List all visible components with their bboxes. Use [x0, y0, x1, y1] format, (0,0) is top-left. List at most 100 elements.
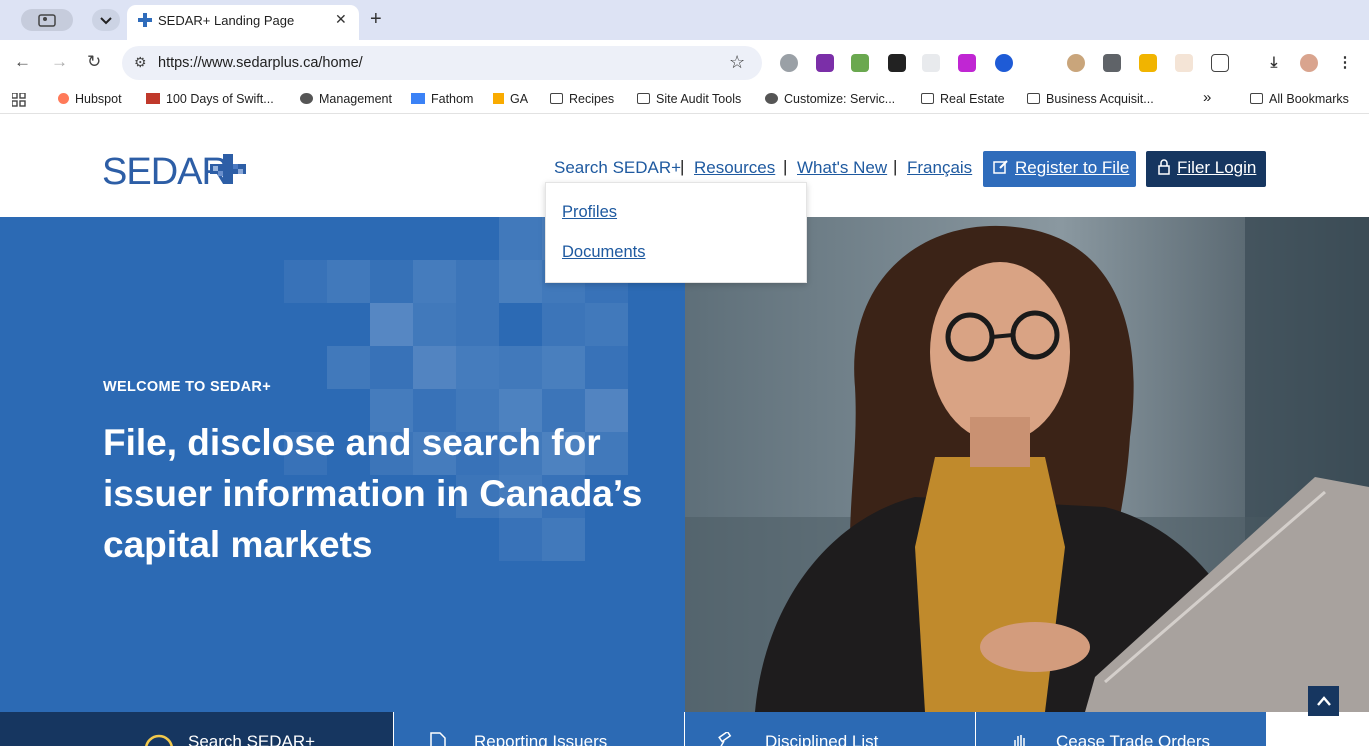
- bookmark-recipes[interactable]: Recipes: [550, 92, 614, 106]
- hero-headline: File, disclose and search for issuer inf…: [103, 422, 643, 565]
- analytics-icon: [493, 93, 504, 104]
- address-bar[interactable]: ⚙ https://www.sedarplus.ca/home/ ☆: [122, 46, 762, 80]
- folder-icon: [1250, 93, 1263, 104]
- nav-separator: |: [680, 157, 685, 176]
- site-settings-icon[interactable]: ⚙: [134, 54, 147, 71]
- bookmarks-overflow-button[interactable]: »: [1203, 89, 1211, 106]
- hero-pixel-tile: [370, 303, 413, 346]
- sedar-favicon-icon: [138, 13, 152, 27]
- bookmark-100-days-swift[interactable]: 100 Days of Swift...: [146, 92, 274, 106]
- search-icon: [145, 734, 173, 746]
- hand-stop-icon: [1014, 735, 1025, 746]
- hero-panel: WELCOME TO SEDAR+ File, disclose and sea…: [0, 217, 685, 712]
- lock-icon: [1158, 159, 1170, 175]
- hero-pixel-tile: [370, 346, 413, 389]
- download-icon[interactable]: ⤓: [1265, 54, 1283, 72]
- browser-toolbar: ← → ↻ ⚙ https://www.sedarplus.ca/home/ ☆…: [0, 40, 1369, 86]
- nav-francais[interactable]: Français: [907, 158, 972, 178]
- bookmark-hubspot[interactable]: Hubspot: [58, 92, 122, 106]
- forward-arrow-icon[interactable]: →: [51, 52, 68, 72]
- hero-pixel-tile: [284, 260, 327, 303]
- hero-pixel-tile: [327, 260, 370, 303]
- bookmark-real-estate[interactable]: Real Estate: [921, 92, 1005, 106]
- tab-title: SEDAR+ Landing Page: [158, 13, 295, 28]
- user-avatar[interactable]: [1300, 54, 1318, 72]
- filer-login-button[interactable]: Filer Login: [1146, 151, 1266, 187]
- extension-p-icon[interactable]: [816, 54, 834, 72]
- quick-link-reporting-issuers[interactable]: Reporting Issuers: [394, 712, 684, 746]
- browser-menu-icon[interactable]: ⋮: [1336, 54, 1354, 72]
- edit-icon: [993, 160, 1008, 174]
- extension-face-icon[interactable]: [1067, 54, 1085, 72]
- nav-resources[interactable]: Resources: [694, 158, 775, 178]
- folder-icon: [637, 93, 650, 104]
- close-tab-icon[interactable]: ✕: [335, 11, 347, 28]
- profile-switcher-button[interactable]: [21, 9, 73, 31]
- hero-pixel-tile: [585, 303, 628, 346]
- swift-icon: [146, 93, 160, 104]
- hero-pixel-tile: [413, 260, 456, 303]
- extension-a-icon[interactable]: [780, 54, 798, 72]
- chevron-down-icon: [100, 17, 112, 25]
- hero-kicker: WELCOME TO SEDAR+: [103, 379, 271, 395]
- extensions-puzzle-icon[interactable]: [1211, 54, 1229, 72]
- nav-separator: |: [893, 157, 898, 176]
- gavel-icon: [718, 732, 732, 746]
- browser-tabstrip: SEDAR+ Landing Page ✕ +: [0, 0, 1369, 40]
- browser-tab-active[interactable]: SEDAR+ Landing Page ✕: [127, 5, 359, 40]
- nav-separator: |: [783, 157, 788, 176]
- fathom-icon: [411, 93, 425, 104]
- bookmark-customize-services[interactable]: Customize: Servic...: [765, 92, 895, 106]
- bookmark-ga[interactable]: GA: [493, 92, 528, 106]
- hero-pixel-tile: [499, 217, 542, 260]
- folder-icon: [550, 93, 563, 104]
- quick-link-disciplined-list[interactable]: Disciplined List: [685, 712, 975, 746]
- globe-icon: [765, 93, 778, 104]
- globe-icon: [300, 93, 313, 104]
- sedar-logo-plus-icon: [210, 154, 246, 184]
- extension-plant-icon[interactable]: [851, 54, 869, 72]
- bookmark-fathom[interactable]: Fathom: [411, 92, 473, 106]
- all-bookmarks[interactable]: All Bookmarks: [1250, 92, 1349, 106]
- register-to-file-button[interactable]: Register to File: [983, 151, 1136, 187]
- bookmark-business-acquisition[interactable]: Business Acquisit...: [1027, 92, 1154, 106]
- bookmarks-bar: Hubspot 100 Days of Swift... Management …: [0, 86, 1369, 114]
- bookmark-site-audit-tools[interactable]: Site Audit Tools: [637, 92, 741, 106]
- hero-pixel-tile: [585, 346, 628, 389]
- reload-icon[interactable]: ↻: [87, 52, 101, 72]
- folder-icon: [921, 93, 934, 104]
- hero-pixel-tile: [499, 346, 542, 389]
- address-url[interactable]: https://www.sedarplus.ca/home/: [158, 55, 363, 71]
- woman-with-laptop-image: [685, 217, 1369, 712]
- hero-pixel-tile: [499, 260, 542, 303]
- extension-pen-icon[interactable]: [922, 54, 940, 72]
- quick-link-search-sedar[interactable]: Search SEDAR+: [0, 712, 393, 746]
- extension-pink-icon[interactable]: [958, 54, 976, 72]
- quick-links-bar: Search SEDAR+ Reporting Issuers Discipli…: [0, 712, 1369, 746]
- bookmark-star-icon[interactable]: ☆: [729, 52, 745, 73]
- back-arrow-icon[interactable]: ←: [14, 52, 31, 72]
- extension-sun-icon[interactable]: [1175, 54, 1193, 72]
- dropdown-item-profiles[interactable]: Profiles: [562, 203, 617, 222]
- tab-search-button[interactable]: [92, 9, 120, 31]
- hero-pixel-tile: [413, 303, 456, 346]
- nav-search-sedar[interactable]: Search SEDAR+: [554, 158, 681, 178]
- hero-pixel-tile: [370, 260, 413, 303]
- extension-on-icon[interactable]: [888, 54, 906, 72]
- extension-zm-icon[interactable]: [995, 54, 1013, 72]
- hero-photo: [685, 217, 1369, 712]
- search-sedar-dropdown: Profiles Documents: [545, 182, 807, 283]
- new-tab-button[interactable]: +: [370, 8, 382, 30]
- extension-bw-icon[interactable]: [1031, 54, 1049, 72]
- hero-pixel-tile: [413, 346, 456, 389]
- apps-grid-icon[interactable]: [12, 93, 26, 107]
- quick-link-cease-trade-orders[interactable]: Cease Trade Orders: [976, 712, 1266, 746]
- hero-pixel-tile: [327, 346, 370, 389]
- dropdown-item-documents[interactable]: Documents: [562, 243, 645, 262]
- extension-hex-icon[interactable]: [1103, 54, 1121, 72]
- nav-whats-new[interactable]: What's New: [797, 158, 887, 178]
- extension-yellow-icon[interactable]: [1139, 54, 1157, 72]
- bookmark-management[interactable]: Management: [300, 92, 392, 106]
- hero-pixel-tile: [456, 346, 499, 389]
- hubspot-icon: [58, 93, 69, 104]
